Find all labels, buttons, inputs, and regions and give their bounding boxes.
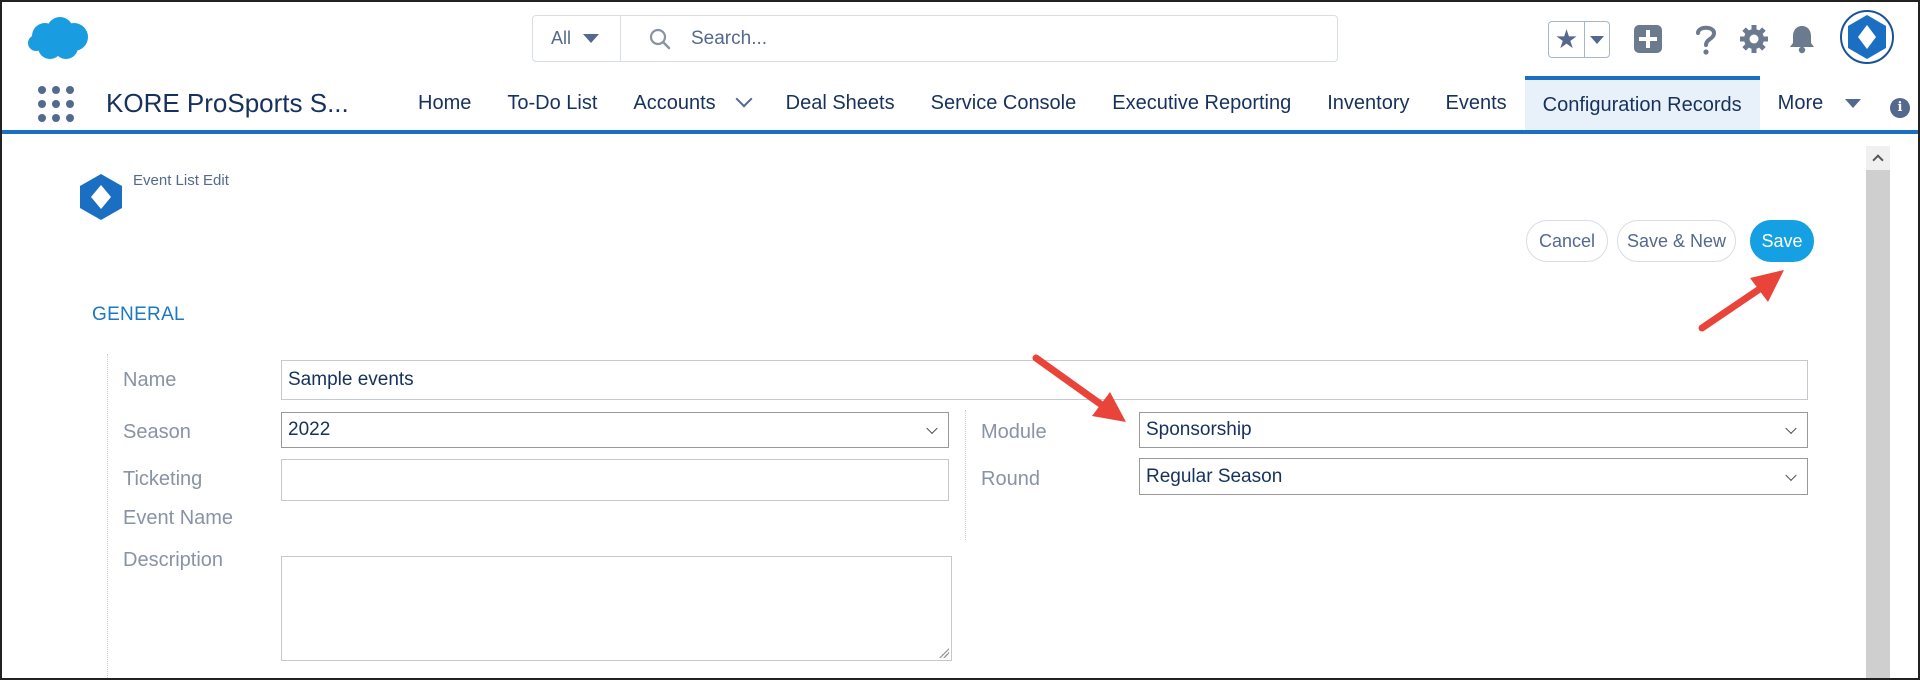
chevron-down-icon bbox=[583, 34, 600, 43]
favorites-dropdown-button[interactable] bbox=[1585, 22, 1609, 57]
annotation-arrow-to-module bbox=[1032, 354, 1126, 422]
chevron-down-icon bbox=[926, 422, 938, 435]
search-field bbox=[621, 16, 1337, 61]
resize-handle-icon[interactable] bbox=[939, 648, 949, 658]
season-select[interactable]: 2022 bbox=[281, 412, 949, 448]
favorites-button-group: ★ bbox=[1548, 21, 1610, 58]
nav-item-label: Executive Reporting bbox=[1112, 91, 1292, 114]
description-textarea[interactable] bbox=[281, 556, 952, 661]
nav-item-events[interactable]: Events bbox=[1428, 76, 1525, 130]
search-input[interactable] bbox=[691, 27, 1291, 50]
nav-item-label: Accounts bbox=[633, 91, 716, 114]
nav-items: Home To-Do List Accounts Deal Sheets Ser… bbox=[400, 76, 1879, 130]
cancel-button[interactable]: Cancel bbox=[1526, 220, 1608, 262]
column-divider bbox=[965, 410, 966, 540]
app-navigation-bar: KORE ProSports S... Home To-Do List Acco… bbox=[2, 76, 1918, 134]
notifications-bell-icon[interactable] bbox=[1784, 21, 1820, 57]
name-value: Sample events bbox=[288, 369, 414, 390]
section-title-general: GENERAL bbox=[92, 304, 185, 325]
nav-item-label: Events bbox=[1445, 91, 1507, 114]
nav-item-label: Home bbox=[418, 91, 472, 114]
round-value: Regular Season bbox=[1146, 465, 1283, 487]
nav-item-label: Inventory bbox=[1327, 91, 1410, 114]
chevron-down-icon bbox=[1785, 422, 1797, 435]
season-label: Season bbox=[123, 421, 191, 443]
scroll-up-arrow-icon[interactable] bbox=[1866, 146, 1890, 170]
module-value: Sponsorship bbox=[1146, 419, 1252, 440]
nav-item-label: Service Console bbox=[930, 91, 1077, 114]
nav-item-service-console[interactable]: Service Console bbox=[913, 76, 1095, 130]
nav-item-inventory[interactable]: Inventory bbox=[1309, 76, 1427, 130]
nav-item-label: To-Do List bbox=[507, 91, 598, 114]
nav-item-home[interactable]: Home bbox=[400, 76, 489, 130]
module-select[interactable]: Sponsorship bbox=[1139, 412, 1808, 448]
page-subtitle: Event List Edit bbox=[133, 172, 229, 189]
vertical-scrollbar[interactable] bbox=[1866, 146, 1890, 678]
nav-item-label: Configuration Records bbox=[1542, 93, 1742, 116]
nav-item-deal-sheets[interactable]: Deal Sheets bbox=[768, 76, 913, 130]
app-launcher-icon[interactable] bbox=[38, 86, 74, 122]
search-icon bbox=[649, 28, 671, 49]
global-search: All bbox=[532, 15, 1338, 62]
app-window: All ★ bbox=[0, 0, 1920, 680]
add-icon[interactable] bbox=[1630, 21, 1666, 57]
info-icon[interactable]: i bbox=[1890, 98, 1910, 118]
user-avatar[interactable] bbox=[1840, 10, 1894, 64]
nav-item-accounts[interactable]: Accounts bbox=[615, 76, 767, 130]
help-icon[interactable] bbox=[1688, 21, 1724, 57]
global-header: All ★ bbox=[2, 2, 1918, 76]
event-list-object-icon bbox=[80, 174, 122, 220]
setup-gear-icon[interactable] bbox=[1736, 21, 1772, 57]
save-button[interactable]: Save bbox=[1750, 220, 1814, 262]
app-name: KORE ProSports S... bbox=[106, 88, 349, 118]
name-label: Name bbox=[123, 369, 177, 391]
chevron-down-icon bbox=[1590, 35, 1604, 44]
ticketing-event-name-label-line2: Event Name bbox=[123, 507, 234, 529]
annotation-arrow-to-save bbox=[1698, 270, 1784, 332]
search-scope-label: All bbox=[551, 28, 572, 48]
save-and-new-button[interactable]: Save & New bbox=[1617, 220, 1736, 262]
season-value: 2022 bbox=[288, 419, 331, 440]
search-scope-dropdown[interactable]: All bbox=[533, 16, 621, 61]
ticketing-event-name-input[interactable] bbox=[281, 459, 949, 501]
ticketing-event-name-label-line1: Ticketing bbox=[123, 468, 203, 490]
main-content: Event List Edit Cancel Save & New Save G… bbox=[2, 138, 1918, 678]
chevron-down-icon bbox=[1845, 98, 1862, 108]
nav-item-label: Deal Sheets bbox=[785, 91, 895, 114]
nav-item-to-do-list[interactable]: To-Do List bbox=[489, 76, 615, 130]
round-label: Round bbox=[981, 468, 1040, 490]
chevron-down-icon[interactable] bbox=[735, 90, 753, 108]
round-select[interactable]: Regular Season bbox=[1139, 458, 1808, 495]
salesforce-cloud-logo[interactable] bbox=[28, 16, 90, 60]
nav-item-executive-reporting[interactable]: Executive Reporting bbox=[1094, 76, 1309, 130]
favorites-star-icon[interactable]: ★ bbox=[1549, 22, 1585, 57]
nav-item-more[interactable]: More bbox=[1760, 76, 1880, 130]
nav-item-configuration-records[interactable]: Configuration Records bbox=[1524, 76, 1760, 130]
description-label: Description bbox=[123, 549, 224, 571]
chevron-down-icon bbox=[1785, 469, 1797, 481]
nav-item-label: More bbox=[1777, 91, 1824, 114]
